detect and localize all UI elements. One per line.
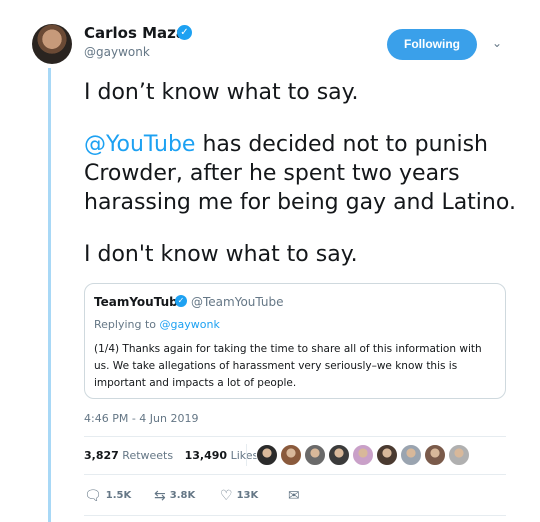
direct-message-button[interactable]: ✉ bbox=[288, 486, 304, 506]
tweet-timestamp[interactable]: 4:46 PM - 4 Jun 2019 bbox=[84, 412, 198, 425]
retweets-count[interactable]: 3,827 bbox=[84, 449, 119, 462]
verified-badge-icon: ✓ bbox=[177, 25, 192, 40]
tweet-actions: 🗨 1.5K ⇆ 3.8K ♡ 13K ✉ bbox=[84, 486, 484, 506]
liker-avatar[interactable] bbox=[352, 444, 374, 466]
replying-to: Replying to @gaywonk bbox=[94, 318, 220, 331]
tweet-line-1: I don’t know what to say. bbox=[84, 80, 359, 105]
liker-avatar[interactable] bbox=[280, 444, 302, 466]
liker-avatar[interactable] bbox=[328, 444, 350, 466]
divider bbox=[84, 436, 506, 437]
heart-icon: ♡ bbox=[220, 488, 233, 504]
quoted-author-name: TeamYouTube bbox=[94, 295, 186, 309]
reply-button[interactable]: 🗨 1.5K bbox=[84, 486, 131, 506]
stats-separator bbox=[246, 444, 247, 466]
author-handle[interactable]: @gaywonk bbox=[84, 45, 150, 59]
author-name[interactable]: Carlos Maza bbox=[84, 24, 186, 42]
like-button[interactable]: ♡ 13K bbox=[220, 486, 258, 506]
divider bbox=[84, 515, 506, 516]
quoted-tweet[interactable]: TeamYouTube ✓ @TeamYouTube Replying to @… bbox=[84, 283, 506, 399]
reply-icon: 🗨 bbox=[84, 488, 102, 504]
retweet-count: 3.8K bbox=[169, 490, 196, 501]
quoted-verified-badge-icon: ✓ bbox=[175, 295, 187, 307]
retweets-label[interactable]: Retweets bbox=[122, 449, 173, 462]
retweet-button[interactable]: ⇆ 3.8K bbox=[154, 486, 195, 506]
quoted-author-handle: @TeamYouTube bbox=[191, 295, 284, 309]
likes-count[interactable]: 13,490 bbox=[185, 449, 227, 462]
replying-handle-link[interactable]: @gaywonk bbox=[160, 318, 220, 331]
retweet-icon: ⇆ bbox=[154, 488, 166, 504]
tweet-line-2: @YouTube has decided not to punish Crowd… bbox=[84, 130, 524, 217]
liker-avatar[interactable] bbox=[304, 444, 326, 466]
liker-avatar[interactable] bbox=[376, 444, 398, 466]
avatar[interactable] bbox=[32, 24, 72, 64]
reply-count: 1.5K bbox=[105, 490, 132, 501]
liker-avatar[interactable] bbox=[256, 444, 278, 466]
replying-prefix: Replying to bbox=[94, 318, 160, 331]
tweet-text: I don’t know what to say. @YouTube has d… bbox=[84, 78, 524, 292]
likes-label[interactable]: Likes bbox=[231, 449, 259, 462]
liker-avatar[interactable] bbox=[400, 444, 422, 466]
engagement-stats: 3,827 Retweets 13,490 Likes bbox=[84, 449, 258, 462]
thread-line bbox=[48, 68, 51, 522]
chevron-down-icon[interactable]: ⌄ bbox=[492, 36, 502, 50]
divider bbox=[84, 474, 506, 475]
tweet-line-3: I don't know what to say. bbox=[84, 242, 358, 267]
following-button[interactable]: Following bbox=[387, 29, 477, 60]
quoted-tweet-body: (1/4) Thanks again for taking the time t… bbox=[94, 343, 482, 389]
like-count: 13K bbox=[236, 490, 259, 501]
liker-avatar[interactable] bbox=[448, 444, 470, 466]
liker-avatar[interactable] bbox=[424, 444, 446, 466]
youtube-mention-link[interactable]: @YouTube bbox=[84, 132, 195, 157]
envelope-icon: ✉ bbox=[288, 488, 300, 504]
